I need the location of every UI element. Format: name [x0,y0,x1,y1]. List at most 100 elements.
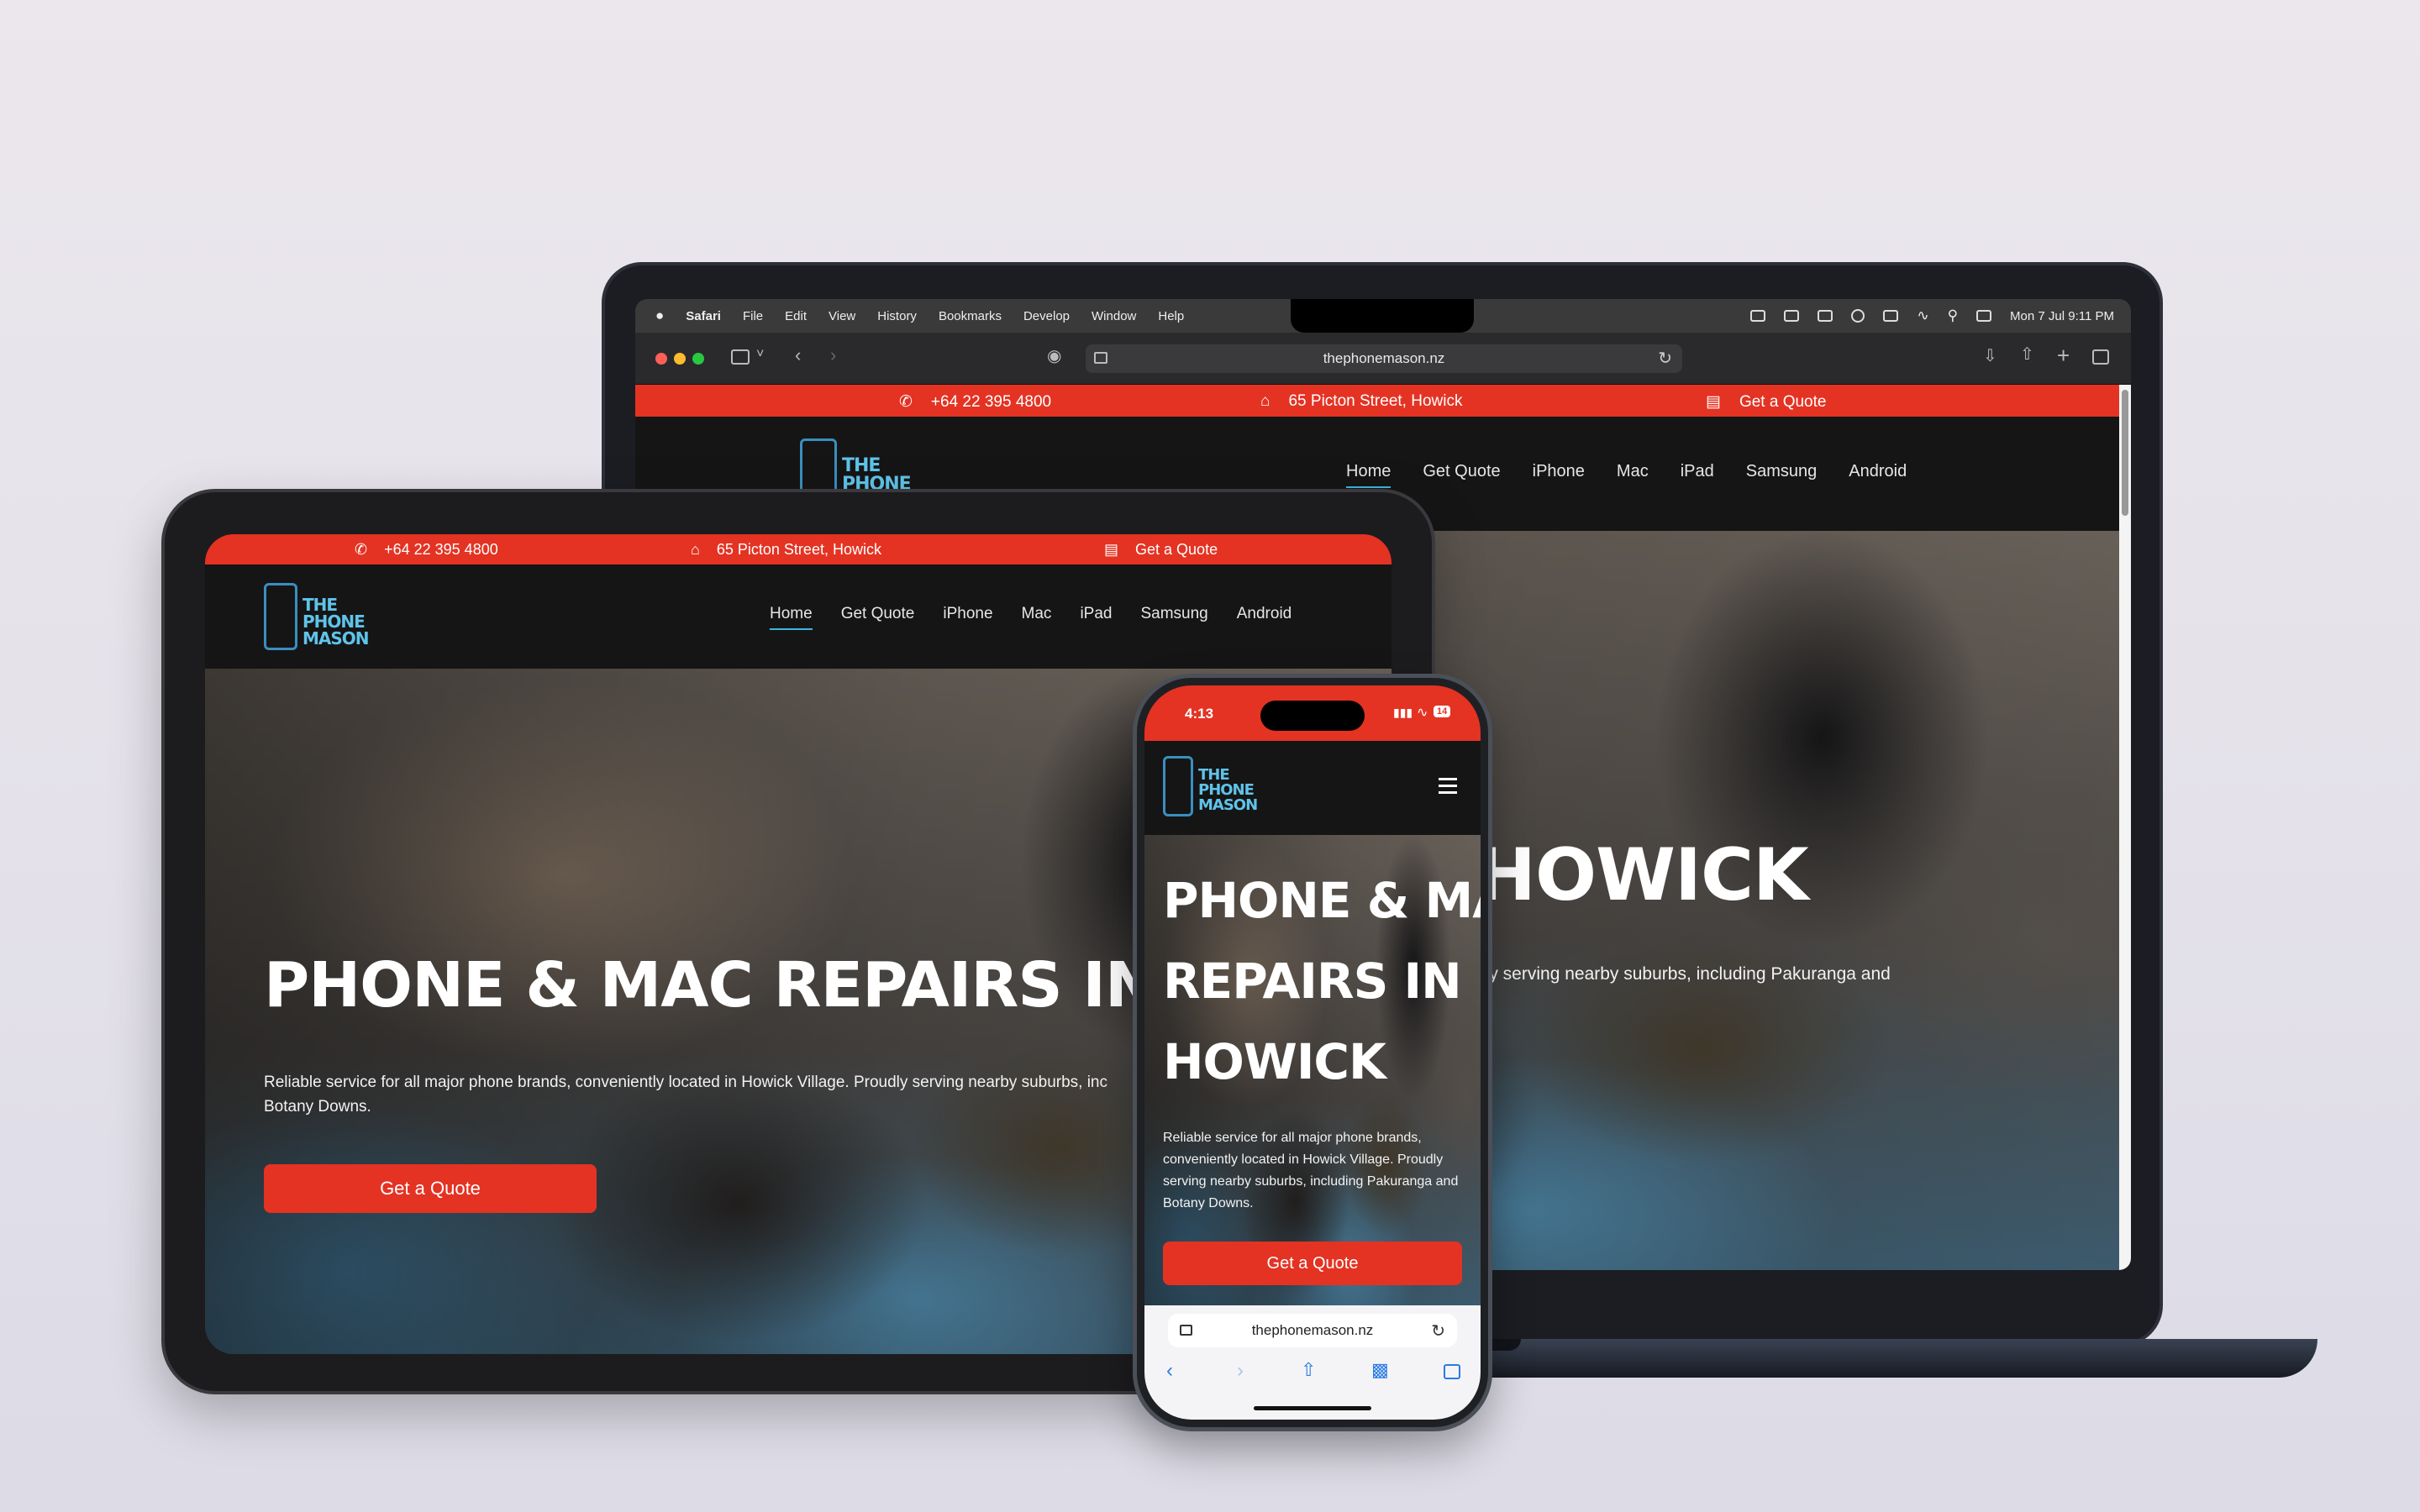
nav-mac[interactable]: Mac [1022,605,1052,630]
battery-icon[interactable] [1883,310,1899,322]
contact-phone[interactable]: ✆ +64 22 395 4800 [355,541,498,559]
contact-phone[interactable]: ✆ +64 22 395 4800 [899,392,1051,412]
reload-icon[interactable]: ↻ [1658,348,1672,369]
menubar-clock[interactable]: Mon 7 Jul 9:11 PM [2010,309,2114,323]
hero-subtitle-line: Botany Downs. [264,1098,371,1116]
menu-edit[interactable]: Edit [785,309,807,323]
share-icon[interactable]: ⇧ [2020,346,2034,363]
home-icon: ⌂ [691,541,700,558]
menubar-status-area: ∿ ⚲ Mon 7 Jul 9:11 PM [1750,299,2114,333]
page-menu-icon[interactable] [1094,352,1107,364]
dynamic-island [1260,701,1365,731]
nav-ipad[interactable]: iPad [1080,605,1112,630]
home-indicator [1254,1406,1371,1410]
tabs-icon[interactable] [1444,1364,1460,1379]
hamburger-icon[interactable] [1439,778,1457,794]
site-navbar: THE PHONE MASON Home Get Quote iPhone Ma… [205,564,1392,669]
forward-icon[interactable]: › [1237,1361,1244,1381]
window-close-button[interactable] [655,353,667,365]
bed-icon[interactable] [1818,310,1833,322]
home-icon: ⌂ [1260,392,1270,410]
contact-address[interactable]: ⌂ 65 Picton Street, Howick [691,541,881,559]
nav-samsung[interactable]: Samsung [1140,605,1207,630]
nav-ipad[interactable]: iPad [1681,462,1714,488]
hero-subtitle-line: Reliable service for all major phone bra… [264,1074,1108,1091]
scrollbar-thumb[interactable] [2122,390,2128,516]
page-scrollbar[interactable] [2119,385,2131,1270]
status-time: 4:13 [1185,706,1214,722]
back-icon[interactable]: ‹ [1166,1361,1173,1381]
nav-samsung[interactable]: Samsung [1746,462,1818,488]
wifi-icon[interactable]: ∿ [1917,307,1928,324]
menu-window[interactable]: Window [1092,309,1136,323]
nav-android[interactable]: Android [1849,462,1907,488]
main-nav: Home Get Quote iPhone Mac iPad Samsung A… [1346,462,1907,488]
logo-wordmark: THE PHONE MASON [302,595,370,648]
safari-toolbar: ˅ ‹ › ◉ thephonemason.nz ↻ ⇩ ⇧ + [635,333,2131,385]
iphone-status-bar: 4:13 ▮▮▮ ∿ 14 [1144,685,1481,741]
sidebar-icon[interactable] [731,349,750,365]
get-quote-button[interactable]: Get a Quote [1163,1242,1462,1285]
page-menu-icon[interactable] [1180,1325,1192,1336]
phone-icon: ✆ [899,393,913,411]
iphone-screen: 4:13 ▮▮▮ ∿ 14 THE PHONE MASON PHONE & MA… [1144,685,1481,1420]
nav-iphone[interactable]: iPhone [1533,462,1585,488]
logo-line: MASON [302,628,370,648]
site-navbar: THE PHONE MASON [1144,741,1481,835]
nav-home[interactable]: Home [770,605,813,630]
hero-subtitle: dly serving nearby suburbs, including Pa… [1476,964,1891,984]
bookmarks-icon[interactable]: ▩ [1371,1361,1389,1379]
window-minimize-button[interactable] [674,353,686,365]
logo-line: MASON [1198,796,1258,814]
status-icon[interactable] [1784,310,1800,322]
nav-get-quote[interactable]: Get Quote [841,605,915,630]
contact-quote[interactable]: ▤ Get a Quote [1104,541,1218,559]
hero-section: PHONE & MAC REPAIRS IN HOWICK Reliable s… [1144,835,1481,1305]
contact-phone-text: +64 22 395 4800 [384,541,498,558]
contact-bar: ✆ +64 22 395 4800 ⌂ 65 Picton Street, Ho… [635,385,2119,417]
contact-quote-text: Get a Quote [1135,541,1218,558]
contact-quote-text: Get a Quote [1739,392,1827,411]
contact-address-text: 65 Picton Street, Howick [716,541,881,558]
nav-home[interactable]: Home [1346,462,1392,488]
privacy-icon[interactable]: ◉ [1047,348,1061,365]
contact-address[interactable]: ⌂ 65 Picton Street, Howick [1260,392,1462,411]
status-icon[interactable] [1750,310,1766,322]
menu-view[interactable]: View [829,309,855,323]
play-icon[interactable] [1851,309,1865,323]
reload-icon[interactable]: ↻ [1431,1320,1445,1341]
logo-line: THE [842,457,881,476]
hero-title: HOWICK [1476,833,1809,917]
logo-line: THE [302,595,338,615]
address-bar[interactable]: thephonemason.nz ↻ [1086,344,1682,373]
back-icon[interactable]: ‹ [795,346,801,365]
get-quote-button[interactable]: Get a Quote [264,1164,597,1213]
apple-icon[interactable]: ● [655,307,664,324]
address-bar[interactable]: thephonemason.nz ↻ [1168,1314,1457,1347]
menu-bookmarks[interactable]: Bookmarks [939,309,1002,323]
tab-overview-icon[interactable] [2092,349,2109,365]
forward-icon[interactable]: › [830,346,836,365]
chevron-down-icon[interactable]: ˅ [756,348,764,361]
hero-title-line: REPAIRS IN [1163,953,1462,1010]
menu-history[interactable]: History [877,309,917,323]
menubar-app-name[interactable]: Safari [686,309,721,323]
nav-mac[interactable]: Mac [1617,462,1649,488]
contact-quote[interactable]: ▤ Get a Quote [1706,392,1826,412]
menu-file[interactable]: File [743,309,763,323]
nav-iphone[interactable]: iPhone [943,605,992,630]
menu-help[interactable]: Help [1158,309,1184,323]
window-zoom-button[interactable] [692,353,704,365]
hero-title: PHONE & MAC REPAIRS IN HOWICK [1163,860,1481,1102]
download-icon[interactable]: ⇩ [1983,348,1997,365]
document-icon: ▤ [1104,541,1119,558]
nav-get-quote[interactable]: Get Quote [1423,462,1500,488]
nav-android[interactable]: Android [1237,605,1292,630]
contact-phone-text: +64 22 395 4800 [930,392,1052,411]
logo-line: PHONE [302,612,366,632]
spotlight-icon[interactable]: ⚲ [1948,307,1958,324]
new-tab-icon[interactable]: + [2057,344,2070,366]
control-center-icon[interactable] [1976,310,1992,322]
share-icon[interactable]: ⇧ [1301,1361,1316,1379]
menu-develop[interactable]: Develop [1023,309,1070,323]
